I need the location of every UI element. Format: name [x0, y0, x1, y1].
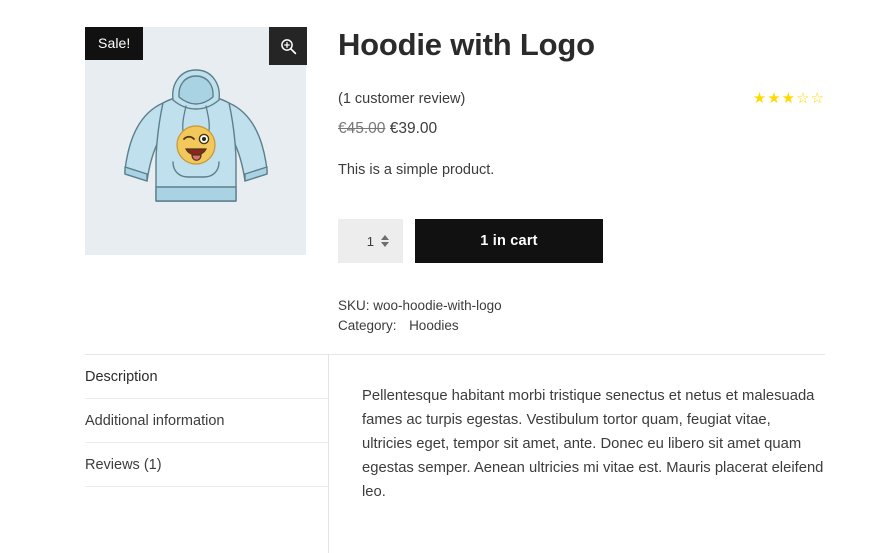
rating-row: (1 customer review) ★★★☆☆: [338, 91, 825, 107]
product-meta: SKU: woo-hoodie-with-logo Category: Hood…: [338, 296, 825, 335]
price-sale: €39.00: [389, 119, 438, 137]
product-tabs-list: Description Additional information Revie…: [85, 355, 329, 553]
tab-panel-description: Pellentesque habitant morbi tristique se…: [329, 355, 825, 553]
product-gallery[interactable]: Sale!: [85, 27, 307, 255]
description-paragraph: Pellentesque habitant morbi tristique se…: [362, 388, 824, 500]
product-summary: Hoodie with Logo (1 customer review) ★★★…: [306, 27, 825, 336]
sku-label: SKU:: [338, 298, 370, 314]
tab-label: Additional information: [85, 412, 225, 429]
star-filled-icon: ★: [767, 90, 782, 108]
page-title: Hoodie with Logo: [338, 27, 595, 62]
product-tabs-section: Description Additional information Revie…: [85, 354, 825, 553]
zoom-image-button[interactable]: [269, 27, 307, 65]
star-empty-icon: ☆: [796, 90, 811, 108]
magnifier-zoom-in-icon: [280, 38, 297, 55]
star-rating[interactable]: ★★★☆☆: [753, 91, 825, 106]
tab-description[interactable]: Description: [85, 355, 328, 399]
category-link[interactable]: Hoodies: [409, 318, 459, 333]
category-label: Category:: [338, 317, 397, 333]
product-summary-section: Sale! Hoodie with Logo (1 customer revie…: [85, 27, 825, 336]
price-original: €45.00: [338, 119, 386, 137]
price-row: €45.00 €39.00: [338, 120, 825, 138]
customer-review-link[interactable]: (1 customer review): [338, 91, 465, 107]
sku-row: SKU: woo-hoodie-with-logo: [338, 296, 825, 316]
sale-badge: Sale!: [85, 27, 144, 60]
short-description: This is a simple product.: [338, 161, 495, 178]
category-row: Category: Hoodies: [338, 316, 825, 336]
tab-reviews[interactable]: Reviews (1): [85, 443, 328, 487]
tab-additional-information[interactable]: Additional information: [85, 399, 328, 443]
sku-value: woo-hoodie-with-logo: [373, 298, 502, 314]
product-page: Sale! Hoodie with Logo (1 customer revie…: [0, 0, 890, 553]
tab-label: Description: [85, 368, 158, 385]
quantity-stepper[interactable]: [338, 219, 403, 264]
quantity-input[interactable]: [352, 233, 374, 249]
tab-label: Reviews (1): [85, 456, 162, 473]
add-to-cart-button[interactable]: 1 in cart: [415, 219, 603, 264]
star-empty-icon: ☆: [810, 90, 825, 108]
star-filled-icon: ★: [752, 90, 768, 108]
spinner-arrows-icon[interactable]: [381, 235, 389, 248]
add-to-cart-form: 1 in cart: [338, 219, 825, 264]
star-filled-icon: ★: [781, 90, 797, 108]
